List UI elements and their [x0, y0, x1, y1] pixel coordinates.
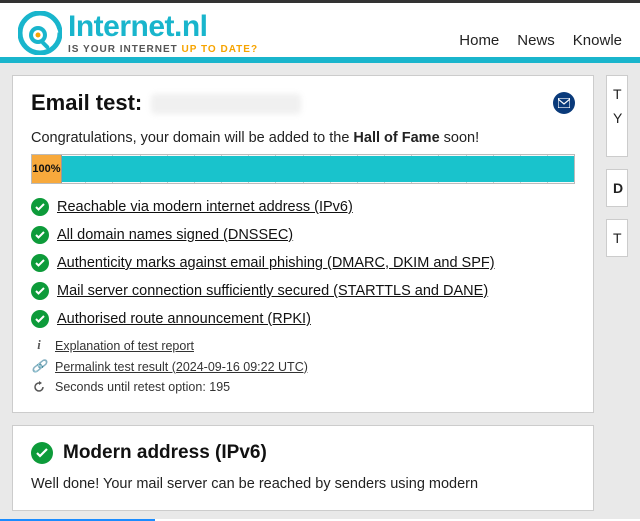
- nav-news[interactable]: News: [517, 32, 555, 49]
- check-item: Reachable via modern internet address (I…: [31, 198, 575, 216]
- check-icon: [31, 282, 49, 300]
- mail-icon: [553, 92, 575, 114]
- header: Internet.nl IS YOUR INTERNET UP TO DATE?…: [0, 3, 640, 57]
- reload-icon: [31, 381, 47, 393]
- info-icon: i: [31, 338, 47, 353]
- page-title: Email test:: [31, 90, 301, 116]
- score-bar: 100%: [31, 154, 575, 184]
- check-list: Reachable via modern internet address (I…: [31, 198, 575, 328]
- check-link-starttls[interactable]: Mail server connection sufficiently secu…: [57, 283, 488, 299]
- check-link-dmarc[interactable]: Authenticity marks against email phishin…: [57, 255, 495, 271]
- section-title: Modern address (IPv6): [63, 442, 267, 464]
- permalink-link[interactable]: Permalink test result (2024-09-16 09:22 …: [55, 360, 308, 374]
- retest-text: Seconds until retest option: 195: [55, 380, 230, 394]
- brand-name: Internet.nl: [68, 12, 258, 42]
- nav-home[interactable]: Home: [459, 32, 499, 49]
- side-card: T: [606, 219, 628, 257]
- tagline: IS YOUR INTERNET UP TO DATE?: [68, 45, 258, 55]
- congrats-text: Congratulations, your domain will be add…: [31, 130, 575, 146]
- link-icon: 🔗: [31, 359, 47, 374]
- check-item: Authenticity marks against email phishin…: [31, 254, 575, 272]
- check-link-rpki[interactable]: Authorised route announcement (RPKI): [57, 311, 311, 327]
- check-icon: [31, 254, 49, 272]
- side-card: D: [606, 169, 628, 207]
- check-link-dnssec[interactable]: All domain names signed (DNSSEC): [57, 227, 293, 243]
- check-item: Mail server connection sufficiently secu…: [31, 282, 575, 300]
- main-nav: Home News Knowle: [459, 32, 622, 55]
- email-test-card: Email test: Congratulations, your domain…: [12, 75, 594, 413]
- logo[interactable]: Internet.nl IS YOUR INTERNET UP TO DATE?: [18, 11, 258, 55]
- check-icon: [31, 310, 49, 328]
- check-icon: [31, 442, 53, 464]
- section-body: Well done! Your mail server can be reach…: [31, 474, 575, 494]
- check-item: Authorised route announcement (RPKI): [31, 310, 575, 328]
- side-card: T Y: [606, 75, 628, 157]
- nav-knowledge[interactable]: Knowle: [573, 32, 622, 49]
- ipv6-card: Modern address (IPv6) Well done! Your ma…: [12, 425, 594, 511]
- score-label: 100%: [32, 155, 62, 183]
- check-item: All domain names signed (DNSSEC): [31, 226, 575, 244]
- domain-redacted: [151, 94, 301, 114]
- meta-list: i Explanation of test report 🔗 Permalink t…: [31, 338, 575, 394]
- check-link-ipv6[interactable]: Reachable via modern internet address (I…: [57, 199, 353, 215]
- explanation-link[interactable]: Explanation of test report: [55, 339, 194, 353]
- logo-icon: [18, 11, 62, 55]
- check-icon: [31, 198, 49, 216]
- check-icon: [31, 226, 49, 244]
